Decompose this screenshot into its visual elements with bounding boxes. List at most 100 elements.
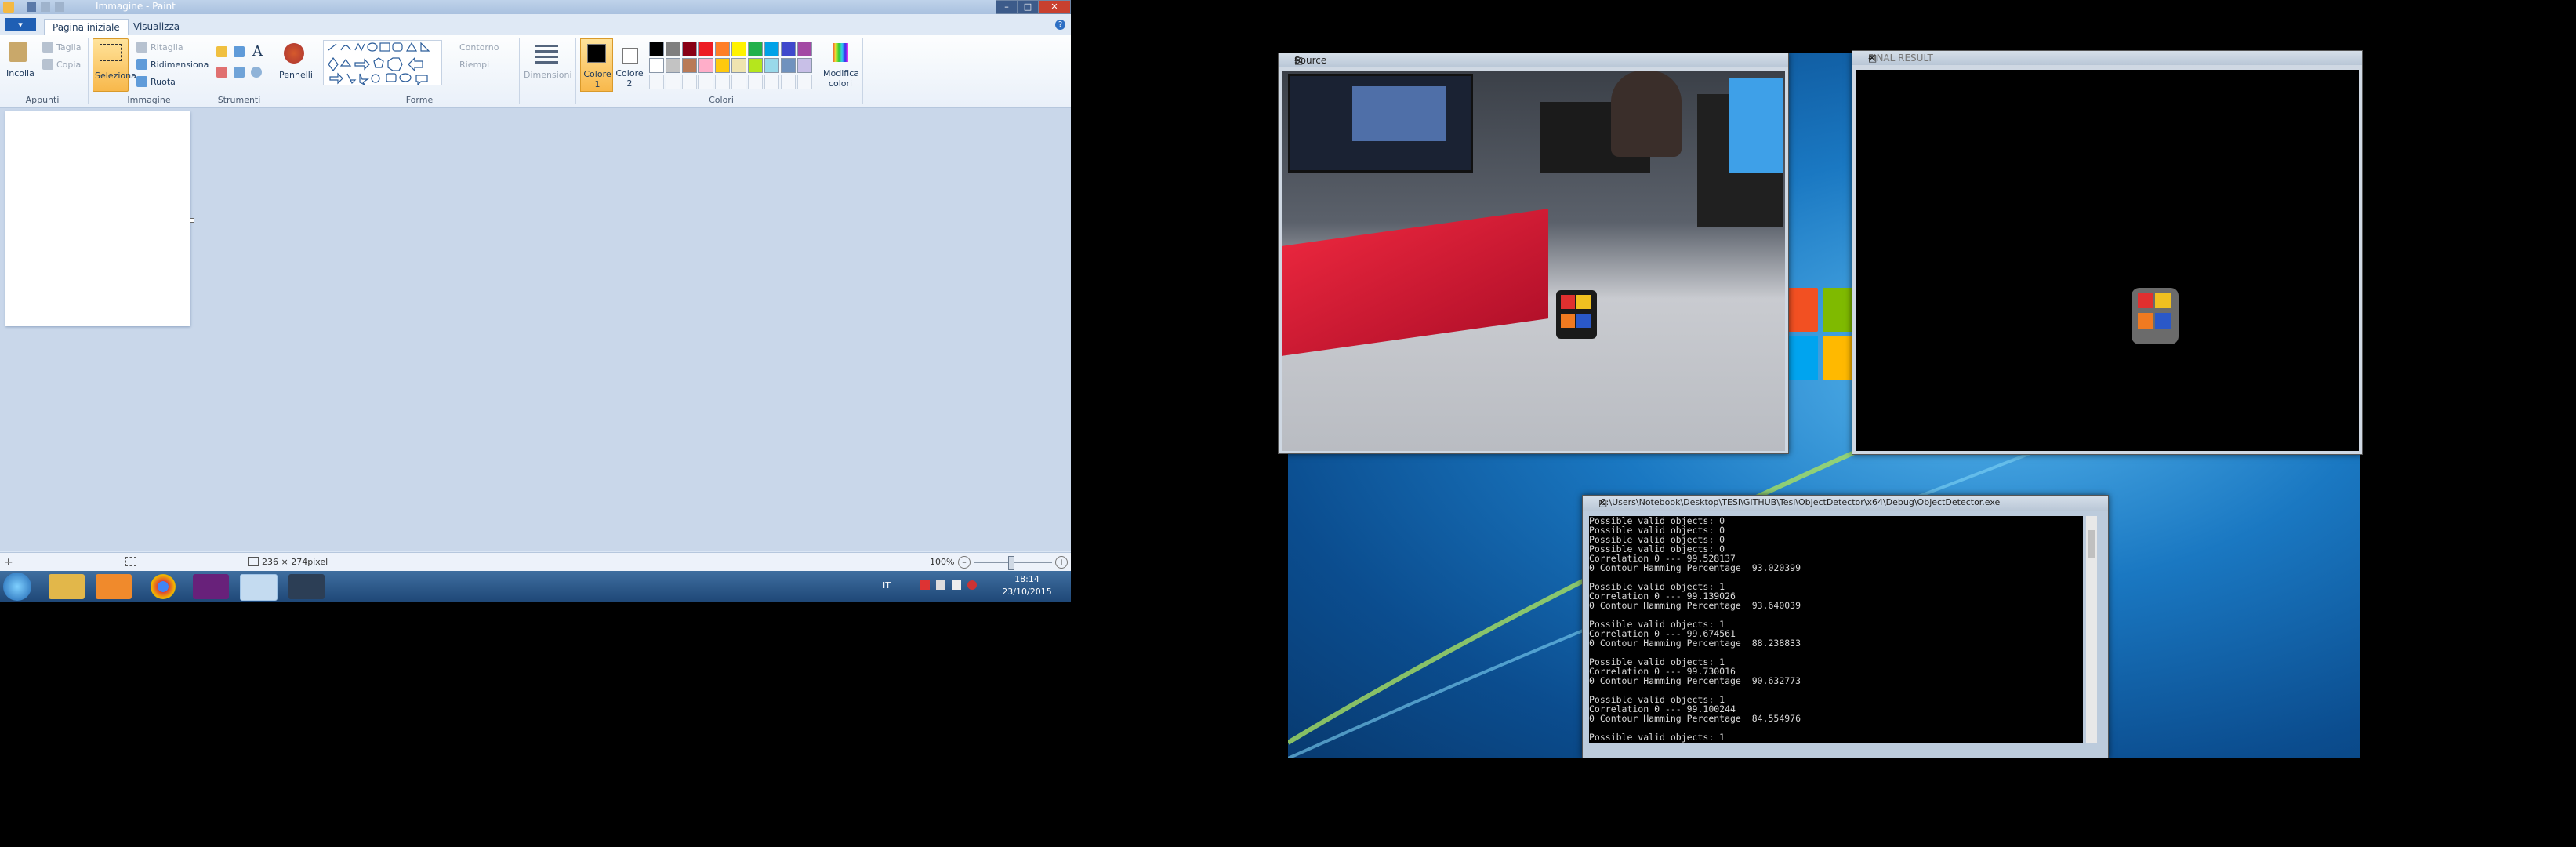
palette-swatch[interactable] bbox=[649, 58, 664, 73]
console-scroll-thumb[interactable] bbox=[2088, 530, 2095, 558]
palette-swatch[interactable] bbox=[698, 42, 713, 56]
canvas-resize-handle[interactable] bbox=[190, 218, 194, 223]
palette-empty-swatch[interactable] bbox=[764, 75, 779, 89]
palette-swatch[interactable] bbox=[715, 58, 730, 73]
color1-button[interactable]: Colore 1 bbox=[580, 38, 613, 92]
palette-swatch[interactable] bbox=[764, 58, 779, 73]
source-window[interactable]: Source – □ ✕ bbox=[1278, 53, 1789, 454]
zoom-out-button[interactable]: – bbox=[958, 556, 971, 569]
color2-button[interactable]: Colore 2 bbox=[615, 38, 646, 90]
palette-swatch[interactable] bbox=[764, 42, 779, 56]
zoom-slider-thumb[interactable] bbox=[1008, 556, 1014, 570]
palette-empty-swatch[interactable] bbox=[781, 75, 796, 89]
palette-empty-swatch[interactable] bbox=[731, 75, 746, 89]
outline-button[interactable]: Contorno bbox=[459, 42, 499, 53]
select-rectangle-icon bbox=[100, 44, 122, 61]
edit-colors-button[interactable]: Modifica colori bbox=[823, 38, 859, 90]
size-button[interactable]: Dimensioni bbox=[524, 38, 572, 90]
crop-icon bbox=[136, 42, 147, 53]
file-menu-button[interactable]: ▾ bbox=[5, 18, 36, 31]
source-title-bar[interactable]: Source – □ ✕ bbox=[1279, 53, 1788, 67]
palette-empty-swatch[interactable] bbox=[682, 75, 697, 89]
palette-empty-swatch[interactable] bbox=[797, 75, 812, 89]
magnifier-icon[interactable] bbox=[251, 67, 262, 78]
close-button[interactable]: ✕ bbox=[1038, 0, 1071, 14]
pencil-icon[interactable] bbox=[216, 46, 227, 57]
clock-date[interactable]: 23/10/2015 bbox=[996, 587, 1058, 597]
console-output: Possible valid objects: 0 Possible valid … bbox=[1589, 516, 2083, 743]
palette-swatch[interactable] bbox=[698, 58, 713, 73]
paint-app-icon[interactable] bbox=[3, 2, 14, 13]
select-button[interactable]: Seleziona bbox=[93, 38, 136, 92]
crop-button[interactable]: Ritaglia bbox=[151, 42, 183, 53]
paste-button[interactable]: Incolla bbox=[5, 38, 34, 85]
palette-swatch[interactable] bbox=[797, 58, 812, 73]
quick-redo-icon[interactable] bbox=[55, 2, 64, 12]
source-close-button[interactable]: ✕ bbox=[1294, 55, 1772, 66]
quick-undo-icon[interactable] bbox=[41, 2, 50, 12]
media-player-taskbar-icon[interactable] bbox=[96, 574, 132, 599]
canvas-size-icon bbox=[248, 557, 259, 566]
palette-swatch[interactable] bbox=[715, 42, 730, 56]
final-title-bar[interactable]: FINAL RESULT – □ ✕ bbox=[1852, 51, 2362, 65]
tray-volume-icon[interactable] bbox=[952, 580, 961, 590]
console-taskbar-icon[interactable] bbox=[288, 574, 325, 599]
brushes-button[interactable]: Pennelli bbox=[276, 38, 313, 90]
palette-swatch[interactable] bbox=[649, 42, 664, 56]
paint-taskbar-icon[interactable] bbox=[240, 574, 278, 601]
console-close-button[interactable]: ✕ bbox=[1598, 497, 2092, 508]
text-icon[interactable]: A bbox=[252, 43, 263, 60]
detected-cube-yellow bbox=[2155, 293, 2171, 308]
console-window[interactable]: C:\Users\Notebook\Desktop\TESI\GITHUB\Te… bbox=[1582, 495, 2109, 758]
fill-bucket-icon[interactable] bbox=[234, 46, 245, 57]
palette-swatch[interactable] bbox=[666, 58, 680, 73]
palette-empty-swatch[interactable] bbox=[698, 75, 713, 89]
palette-swatch[interactable] bbox=[666, 42, 680, 56]
color1-label: Colore 1 bbox=[583, 69, 611, 89]
start-button[interactable] bbox=[3, 573, 31, 601]
minimize-button[interactable]: – bbox=[996, 0, 1018, 14]
palette-swatch[interactable] bbox=[748, 58, 763, 73]
palette-empty-swatch[interactable] bbox=[649, 75, 664, 89]
color-picker-icon[interactable] bbox=[234, 67, 245, 78]
copy-button[interactable]: Copia bbox=[56, 60, 81, 70]
palette-swatch[interactable] bbox=[731, 42, 746, 56]
size-label: Dimensioni bbox=[524, 70, 572, 80]
console-title-bar[interactable]: C:\Users\Notebook\Desktop\TESI\GITHUB\Te… bbox=[1583, 496, 2108, 511]
palette-swatch[interactable] bbox=[682, 42, 697, 56]
language-indicator[interactable]: IT bbox=[883, 580, 891, 591]
fill-button[interactable]: Riempi bbox=[459, 60, 489, 70]
palette-swatch[interactable] bbox=[781, 58, 796, 73]
zoom-in-button[interactable]: + bbox=[1055, 556, 1068, 569]
help-icon[interactable]: ? bbox=[1055, 20, 1065, 30]
tab-home[interactable]: Pagina iniziale bbox=[44, 19, 129, 35]
palette-swatch[interactable] bbox=[748, 42, 763, 56]
palette-empty-swatch[interactable] bbox=[715, 75, 730, 89]
final-close-button[interactable]: ✕ bbox=[1868, 53, 2346, 64]
visual-studio-taskbar-icon[interactable] bbox=[193, 574, 229, 599]
explorer-taskbar-icon[interactable] bbox=[49, 574, 85, 599]
final-result-window[interactable]: FINAL RESULT – □ ✕ bbox=[1852, 50, 2363, 455]
palette-swatch[interactable] bbox=[682, 58, 697, 73]
brushes-label: Pennelli bbox=[279, 70, 313, 80]
cut-button[interactable]: Taglia bbox=[56, 42, 81, 53]
quick-save-icon[interactable] bbox=[27, 2, 36, 12]
palette-swatch[interactable] bbox=[797, 42, 812, 56]
maximize-button[interactable]: □ bbox=[1017, 0, 1039, 14]
palette-empty-swatch[interactable] bbox=[748, 75, 763, 89]
tray-power-icon[interactable] bbox=[967, 580, 977, 590]
resize-button[interactable]: Ridimensiona bbox=[151, 60, 209, 70]
eraser-icon[interactable] bbox=[216, 67, 227, 78]
clock-time[interactable]: 18:14 bbox=[1003, 574, 1050, 584]
palette-swatch[interactable] bbox=[781, 42, 796, 56]
palette-empty-swatch[interactable] bbox=[666, 75, 680, 89]
tray-flag-icon[interactable] bbox=[920, 580, 930, 590]
tab-view[interactable]: Visualizza bbox=[125, 19, 187, 35]
palette-swatch[interactable] bbox=[731, 58, 746, 73]
chrome-taskbar-icon[interactable] bbox=[151, 574, 176, 599]
tray-network-icon[interactable] bbox=[936, 580, 945, 590]
shapes-gallery[interactable] bbox=[323, 40, 442, 86]
drawing-canvas[interactable] bbox=[5, 111, 190, 326]
console-scrollbar[interactable] bbox=[2086, 516, 2097, 743]
rotate-button[interactable]: Ruota bbox=[151, 77, 176, 87]
